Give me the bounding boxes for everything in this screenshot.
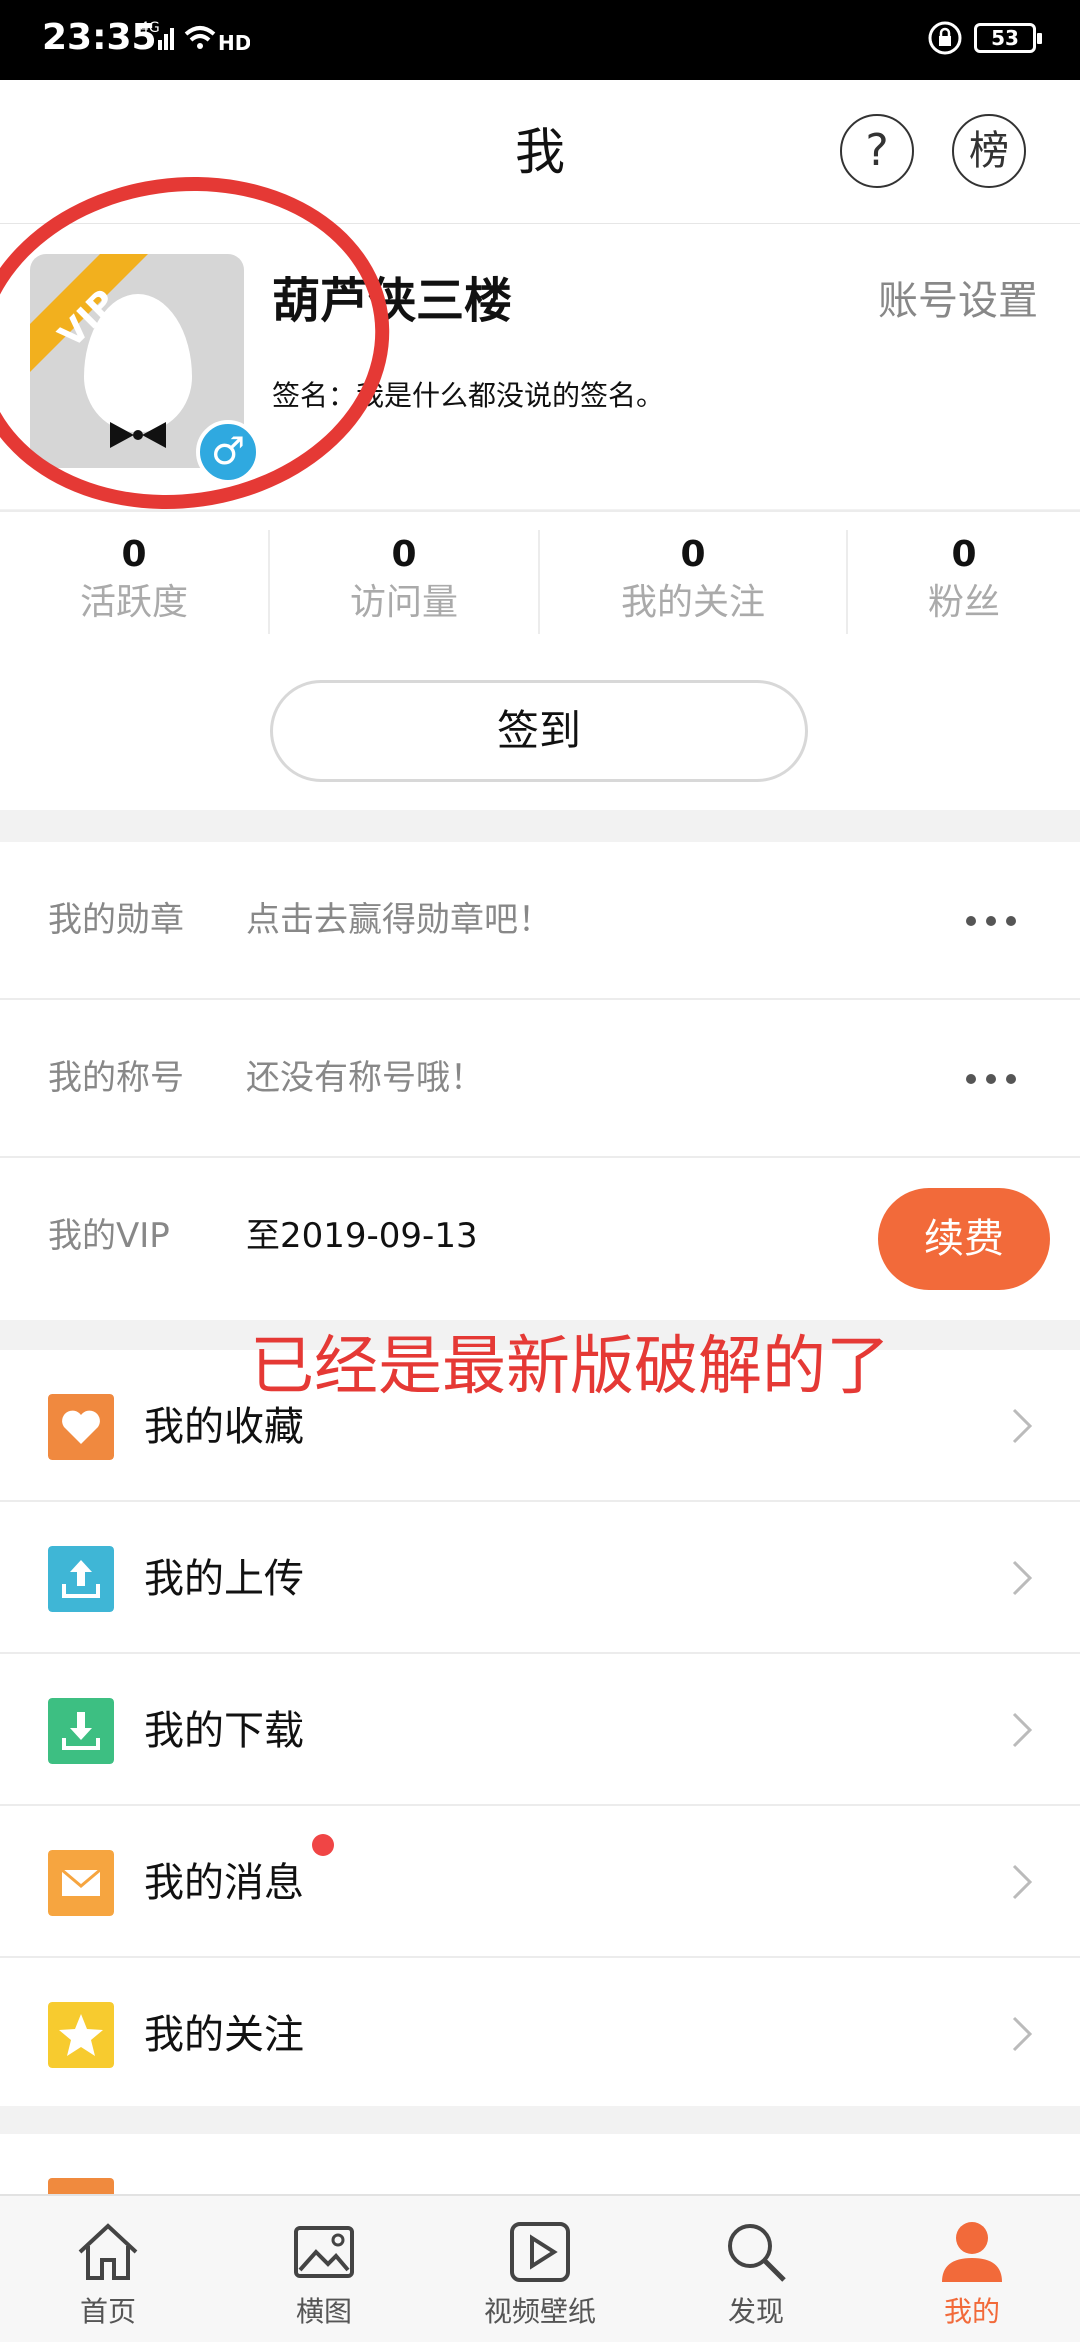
search-icon (728, 2224, 786, 2282)
medal-value: 点击去赢得勋章吧！ (246, 900, 552, 940)
menu-item-partial[interactable] (0, 2134, 1080, 2208)
more-icon[interactable] (966, 1050, 1026, 1106)
renew-button[interactable]: 续费 (878, 1188, 1050, 1290)
tab-label: 首页 (79, 2295, 136, 2328)
tab-home[interactable]: 首页 (0, 2196, 216, 2342)
unread-dot (312, 1834, 334, 1856)
stat-value: 0 (121, 534, 147, 575)
vip-row: 我的VIP 至2019-09-13 续费 (0, 1158, 1080, 1320)
svg-text:4G: 4G (140, 20, 160, 36)
title-label: 我的称号 (48, 1058, 184, 1098)
tab-label: 横图 (295, 2295, 352, 2328)
menu-item-messages[interactable]: 我的消息 (0, 1806, 1080, 1958)
video-icon (510, 2222, 570, 2282)
stats-bar: 0 活跃度 0 访问量 0 我的关注 0 粉丝 (0, 510, 1080, 656)
download-icon (48, 1698, 114, 1764)
status-bar: 23:35 4G HD 53 (0, 0, 1080, 80)
user-icon (942, 2222, 1002, 2282)
menu-label: 我的上传 (144, 1556, 304, 1602)
annotation-text: 已经是最新版破解的了 (250, 1330, 890, 1404)
tab-bar: 首页 横图 视频壁纸 发现 我的 (0, 2194, 1080, 2342)
image-icon (294, 2226, 354, 2278)
chevron-right-icon (1012, 1712, 1033, 1748)
menu-item-uploads[interactable]: 我的上传 (0, 1502, 1080, 1654)
tab-landscape[interactable]: 横图 (216, 2196, 432, 2342)
tab-mine[interactable]: 我的 (864, 2196, 1080, 2342)
tab-label: 发现 (727, 2295, 784, 2328)
lock-icon (928, 21, 962, 55)
tab-label: 视频壁纸 (483, 2295, 596, 2328)
stat-visits[interactable]: 0 访问量 (270, 512, 538, 654)
medal-row[interactable]: 我的勋章 点击去赢得勋章吧！ (0, 842, 1080, 1000)
menu-label: 我的消息 (144, 1860, 304, 1906)
battery-indicator: 53 (974, 23, 1042, 53)
stat-value: 0 (680, 534, 706, 575)
menu-item-following[interactable]: 我的关注 (0, 1958, 1080, 2106)
tab-label: 我的 (943, 2295, 1000, 2328)
heart-icon (48, 1394, 114, 1460)
title-value: 还没有称号哦！ (246, 1058, 484, 1098)
signal-indicator: 4G HD (140, 14, 251, 72)
vip-label: 我的VIP (48, 1216, 170, 1256)
stat-following[interactable]: 0 我的关注 (540, 512, 846, 654)
menu-item-downloads[interactable]: 我的下载 (0, 1654, 1080, 1806)
more-icon[interactable] (966, 892, 1026, 948)
chevron-right-icon (1012, 1560, 1033, 1596)
svg-text:HD: HD (218, 31, 250, 55)
home-icon (78, 2223, 138, 2280)
chevron-right-icon (1012, 2016, 1033, 2052)
stat-activity[interactable]: 0 活跃度 (0, 512, 268, 654)
account-settings-link[interactable]: 账号设置 (878, 276, 1038, 326)
checkin-button[interactable]: 签到 (270, 680, 808, 782)
stat-label: 访问量 (349, 582, 458, 623)
menu-label: 我的关注 (144, 2012, 304, 2058)
vip-expiry: 至2019-09-13 (246, 1216, 478, 1256)
menu-list: 我的收藏 我的上传 我的下载 我的消息 我的关注 (0, 1350, 1080, 2106)
info-section: 我的勋章 点击去赢得勋章吧！ 我的称号 还没有称号哦！ 我的VIP 至2019-… (0, 842, 1080, 1320)
upload-icon (48, 1546, 114, 1612)
menu-label: 我的下载 (144, 1708, 304, 1754)
checkin-section: 签到 (0, 654, 1080, 810)
stat-label: 粉丝 (927, 582, 1000, 623)
medal-label: 我的勋章 (48, 900, 184, 940)
star-icon (48, 2002, 114, 2068)
page-title: 我 (515, 123, 565, 181)
stat-label: 活跃度 (79, 582, 188, 623)
chevron-right-icon (1012, 1864, 1033, 1900)
chevron-right-icon (1012, 1408, 1033, 1444)
leaderboard-button[interactable]: 榜 (952, 114, 1026, 188)
title-row[interactable]: 我的称号 还没有称号哦！ (0, 1000, 1080, 1158)
stat-value: 0 (951, 534, 977, 575)
signal-wifi-icon: 4G HD (140, 20, 251, 55)
stat-fans[interactable]: 0 粉丝 (848, 512, 1080, 654)
stat-value: 0 (391, 534, 417, 575)
mail-icon (48, 1850, 114, 1916)
tab-discover[interactable]: 发现 (648, 2196, 864, 2342)
help-button[interactable]: ? (840, 114, 914, 188)
stat-label: 我的关注 (620, 582, 765, 623)
tab-video-wallpaper[interactable]: 视频壁纸 (432, 2196, 648, 2342)
